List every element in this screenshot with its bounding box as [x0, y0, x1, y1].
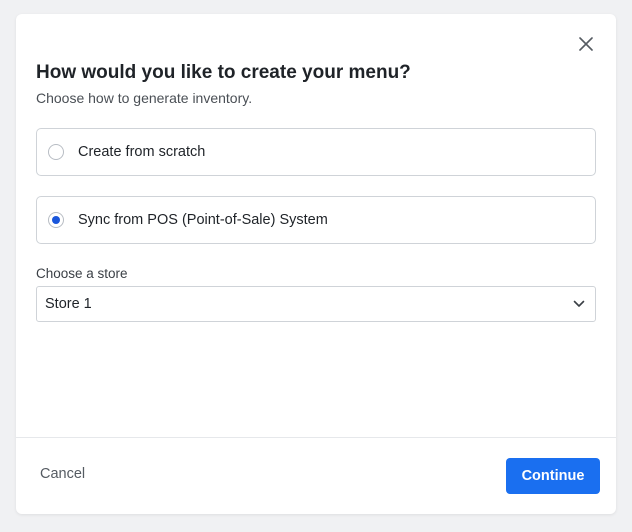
close-icon: [579, 37, 593, 51]
radio-sync-from-pos[interactable]: [48, 212, 64, 228]
create-menu-dialog: How would you like to create your menu? …: [16, 14, 616, 514]
dialog-title: How would you like to create your menu?: [36, 62, 411, 83]
store-select-value: Store 1: [45, 296, 92, 312]
store-select[interactable]: Store 1: [36, 286, 596, 322]
option-label: Sync from POS (Point-of-Sale) System: [78, 212, 328, 228]
option-create-from-scratch[interactable]: Create from scratch: [36, 128, 596, 176]
cancel-button[interactable]: Cancel: [40, 466, 85, 482]
continue-button[interactable]: Continue: [506, 458, 600, 494]
dialog-subtitle: Choose how to generate inventory.: [36, 90, 253, 106]
option-sync-from-pos[interactable]: Sync from POS (Point-of-Sale) System: [36, 196, 596, 244]
footer-divider: [16, 437, 616, 438]
chevron-down-icon: [573, 300, 585, 307]
store-select-label: Choose a store: [36, 266, 128, 281]
close-button[interactable]: [576, 34, 596, 54]
option-label: Create from scratch: [78, 144, 206, 160]
radio-create-from-scratch[interactable]: [48, 144, 64, 160]
